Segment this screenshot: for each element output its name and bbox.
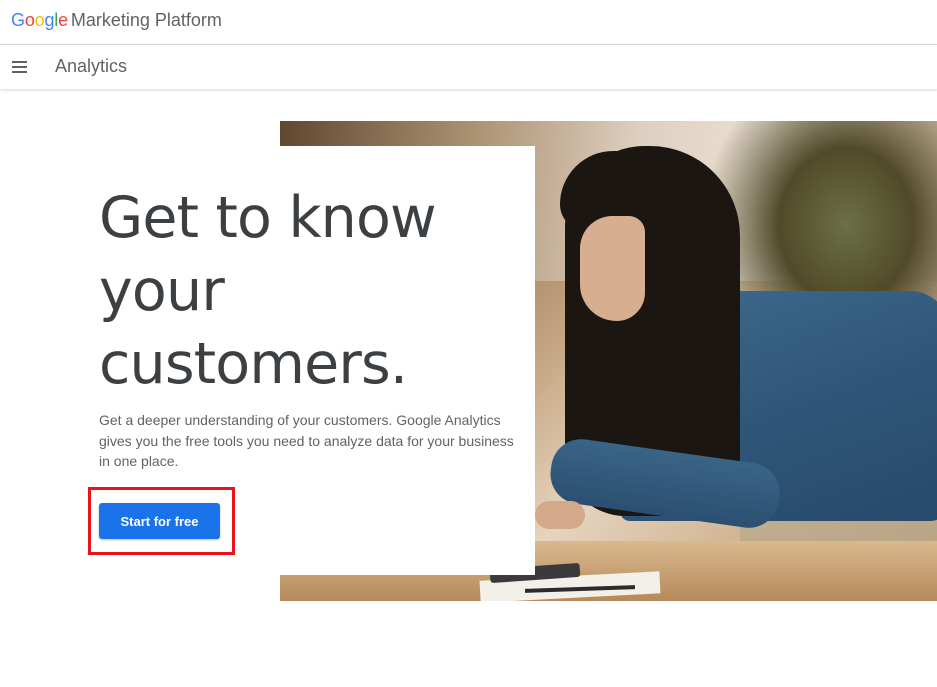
product-subnav: Analytics [0, 45, 937, 89]
hero-headline: Get to know your customers. [99, 182, 519, 401]
headline-line: Get to know [99, 185, 437, 251]
hero-description: Get a deeper understanding of your custo… [99, 412, 514, 469]
google-marketing-platform-logo[interactable]: Google Marketing Platform [11, 10, 222, 31]
google-logo: Google [11, 10, 68, 30]
hamburger-menu-icon[interactable] [10, 59, 30, 75]
headline-line: customers. [99, 331, 408, 397]
headline-line: your [99, 258, 225, 324]
brand-product-name: Marketing Platform [70, 10, 222, 30]
start-for-free-button[interactable]: Start for free [99, 503, 220, 539]
top-header: Google Marketing Platform [0, 0, 937, 45]
product-title[interactable]: Analytics [55, 56, 127, 77]
